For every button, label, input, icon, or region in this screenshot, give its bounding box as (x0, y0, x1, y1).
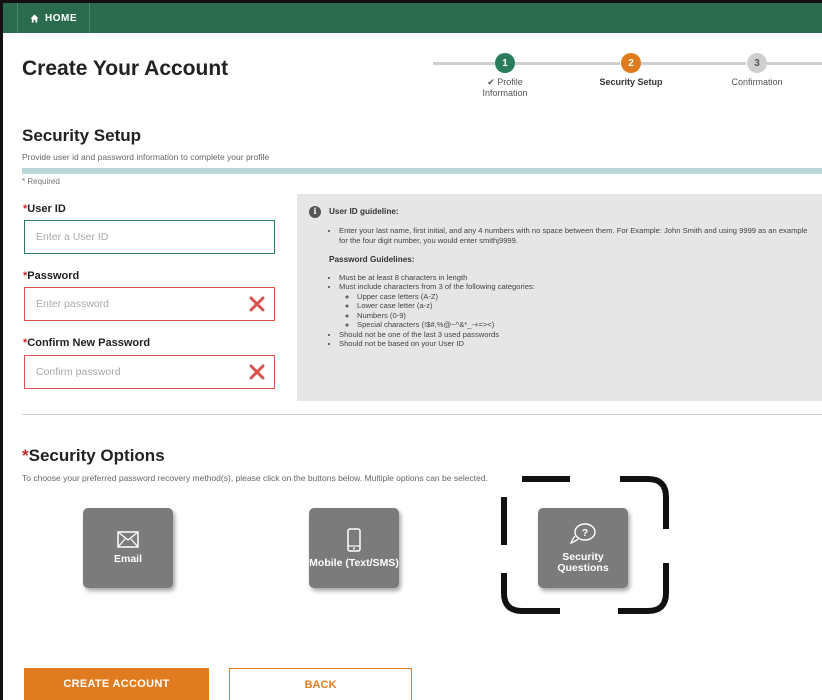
back-button[interactable]: BACK (229, 668, 412, 700)
home-nav-button[interactable]: HOME (17, 3, 90, 33)
password-input[interactable] (25, 288, 235, 320)
stepper-line (641, 62, 746, 65)
email-option-label: Email (113, 553, 142, 565)
progress-stepper: 1 2 3 ✔ Profile Information Security Set… (433, 50, 822, 100)
step-3-circle: 3 (747, 53, 767, 73)
mobile-option-label: Mobile (Text/SMS) (309, 556, 399, 569)
envelope-icon (117, 531, 139, 548)
guidelines-panel: i User ID guideline: Enter your last nam… (297, 194, 822, 401)
mobile-phone-icon (347, 527, 361, 552)
required-note: * Required (22, 177, 60, 186)
guideline-item: Must include characters from 3 of the fo… (339, 282, 810, 330)
confirm-password-label: *Confirm New Password (23, 337, 151, 349)
user-id-label: *User ID (23, 203, 66, 215)
password-field-container (24, 287, 275, 321)
section-title-security-setup: Security Setup (22, 126, 142, 145)
guideline-subitem: Numbers (0-9) (357, 311, 810, 321)
user-id-field-container (24, 220, 275, 254)
step-1-label: ✔ Profile Information (482, 77, 528, 98)
user-id-guideline-heading: i User ID guideline: (309, 206, 810, 218)
stepper-line (433, 62, 495, 65)
dashed-highlight-marker (501, 476, 669, 614)
guideline-item: Must be at least 8 characters in length (339, 273, 810, 283)
section-description: Provide user id and password information… (22, 152, 270, 162)
error-x-icon (249, 364, 265, 380)
stepper-line (767, 62, 822, 65)
mobile-option-button[interactable]: Mobile (Text/SMS) (309, 508, 399, 588)
page-title: Create Your Account (22, 57, 229, 80)
guideline-subitem: Special characters (!$#,%@~^&*_-+=><) (357, 320, 810, 330)
guideline-item: Should not be one of the last 3 used pas… (339, 330, 810, 340)
home-label: HOME (45, 12, 77, 24)
security-options-title: *Security Options (22, 446, 165, 465)
email-option-button[interactable]: Email (83, 508, 173, 588)
guideline-item: Enter your last name, first initial, and… (339, 226, 810, 245)
password-label: *Password (23, 270, 80, 282)
step-2-label: Security Setup (599, 77, 663, 87)
error-x-icon (249, 296, 265, 312)
create-account-button[interactable]: CREATE ACCOUNT (24, 668, 209, 700)
section-divider-bar (22, 168, 822, 174)
password-guideline-heading: Password Guidelines: (329, 255, 415, 264)
step-1-circle: 1 (495, 53, 515, 73)
confirm-password-field-container (24, 355, 275, 389)
confirm-password-input[interactable] (25, 356, 235, 388)
step-2-circle: 2 (621, 53, 641, 73)
step-3-label: Confirmation (731, 77, 783, 87)
info-icon: i (309, 206, 321, 218)
home-icon (30, 13, 39, 23)
security-options-description: To choose your preferred password recove… (22, 473, 488, 483)
top-nav-bar: HOME (3, 3, 822, 33)
stepper-line (515, 62, 620, 65)
guideline-subitem: Upper case letters (A-Z) (357, 292, 810, 302)
section-divider (22, 414, 822, 415)
guideline-item: Should not be based on your User ID (339, 339, 810, 349)
user-id-input[interactable] (25, 221, 235, 253)
guideline-subitem: Lower case letter (a-z) (357, 301, 810, 311)
